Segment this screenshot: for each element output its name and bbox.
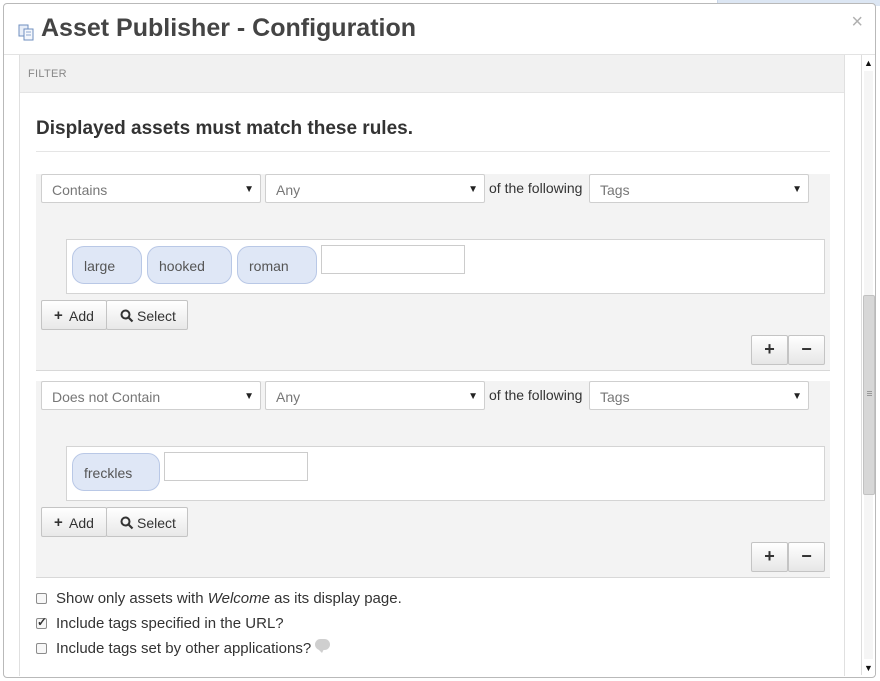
scrollbar-thumb[interactable] xyxy=(863,295,875,495)
show-only-display-page-checkbox[interactable] xyxy=(36,593,47,604)
rules-heading: Displayed assets must match these rules. xyxy=(36,118,413,139)
add-label: Add xyxy=(69,515,94,531)
select-label: Select xyxy=(137,515,176,531)
configuration-dialog: Asset Publisher - Configuration × FILTER… xyxy=(3,3,876,678)
search-icon xyxy=(120,309,134,323)
help-bubble-icon[interactable] xyxy=(315,639,331,653)
rule-operator-select[interactable]: Does not Contain ▼ xyxy=(41,381,261,410)
filter-rule-1: Contains ▼ Any ▼ of the following Tags ▼… xyxy=(36,174,830,371)
rule-type-value: Tags xyxy=(600,389,630,405)
remove-rule-button[interactable]: − xyxy=(788,542,825,572)
rule-operator-select[interactable]: Contains ▼ xyxy=(41,174,261,203)
caret-down-icon: ▼ xyxy=(244,184,254,195)
caret-down-icon: ▼ xyxy=(244,391,254,402)
select-label: Select xyxy=(137,308,176,324)
tag-input[interactable] xyxy=(164,452,308,481)
label-suffix: as its display page. xyxy=(270,590,402,607)
dialog-header: Asset Publisher - Configuration × xyxy=(4,4,875,55)
add-rule-button[interactable]: + xyxy=(751,335,788,365)
tag-input[interactable] xyxy=(321,245,465,274)
plus-icon: + xyxy=(54,307,63,324)
of-the-following-label: of the following xyxy=(489,180,583,196)
rule-type-select[interactable]: Tags ▼ xyxy=(589,174,809,203)
tag-label: freckles xyxy=(84,465,133,481)
grip-icon xyxy=(867,391,872,392)
caret-down-icon: ▼ xyxy=(468,391,478,402)
tag-label: roman xyxy=(249,258,289,274)
rule-type-value: Tags xyxy=(600,182,630,198)
select-tag-button[interactable]: Select xyxy=(106,300,188,330)
rule-match-select[interactable]: Any ▼ xyxy=(265,381,485,410)
tag-label: large xyxy=(84,258,116,274)
rule-operator-value: Contains xyxy=(52,182,108,198)
close-button[interactable]: × xyxy=(851,12,863,32)
dialog-title: Asset Publisher - Configuration xyxy=(41,14,417,42)
show-only-display-page-label: Show only assets with Welcome as its dis… xyxy=(56,590,402,607)
vertical-scrollbar[interactable]: ▲ ▼ xyxy=(861,55,875,675)
include-other-apps-label-wrap: Include tags set by other applications? xyxy=(56,639,331,657)
tag-chip[interactable]: large xyxy=(72,246,142,284)
include-url-tags-label: Include tags specified in the URL? xyxy=(56,615,284,632)
dialog-body: FILTER Displayed assets must match these… xyxy=(4,55,875,677)
remove-rule-button[interactable]: − xyxy=(788,335,825,365)
add-tag-button[interactable]: + Add xyxy=(41,507,107,537)
include-other-apps-label: Include tags set by other applications? xyxy=(56,640,312,657)
filter-panel: FILTER Displayed assets must match these… xyxy=(19,55,845,676)
tag-chip[interactable]: hooked xyxy=(147,246,232,284)
rule-match-value: Any xyxy=(276,182,301,198)
scroll-up-arrow-icon[interactable]: ▲ xyxy=(862,56,875,70)
include-other-apps-checkbox[interactable] xyxy=(36,643,47,654)
of-the-following-label: of the following xyxy=(489,387,583,403)
add-label: Add xyxy=(69,308,94,324)
rule-match-value: Any xyxy=(276,389,301,405)
plus-icon: + xyxy=(54,514,63,531)
add-rule-button[interactable]: + xyxy=(751,542,788,572)
filter-rule-2: Does not Contain ▼ Any ▼ of the followin… xyxy=(36,381,830,578)
tag-label: hooked xyxy=(159,258,205,274)
caret-down-icon: ▼ xyxy=(792,391,802,402)
filter-panel-header[interactable]: FILTER xyxy=(20,55,844,93)
tag-chip[interactable]: freckles xyxy=(72,453,160,491)
rule-type-select[interactable]: Tags ▼ xyxy=(589,381,809,410)
tag-selector: freckles xyxy=(66,446,825,501)
add-tag-button[interactable]: + Add xyxy=(41,300,107,330)
rule-operator-value: Does not Contain xyxy=(52,389,161,405)
caret-down-icon: ▼ xyxy=(468,184,478,195)
tag-chip[interactable]: roman xyxy=(237,246,317,284)
search-icon xyxy=(120,516,134,530)
filter-panel-label: FILTER xyxy=(28,68,67,80)
select-tag-button[interactable]: Select xyxy=(106,507,188,537)
tag-selector: large hooked roman xyxy=(66,239,825,294)
caret-down-icon: ▼ xyxy=(792,184,802,195)
display-page-name: Welcome xyxy=(207,590,270,607)
document-pages-icon xyxy=(18,24,34,41)
heading-divider xyxy=(36,151,830,152)
label-prefix: Show only assets with xyxy=(56,590,208,607)
rule-match-select[interactable]: Any ▼ xyxy=(265,174,485,203)
scroll-down-arrow-icon[interactable]: ▼ xyxy=(862,661,875,675)
include-url-tags-checkbox[interactable] xyxy=(36,615,47,629)
